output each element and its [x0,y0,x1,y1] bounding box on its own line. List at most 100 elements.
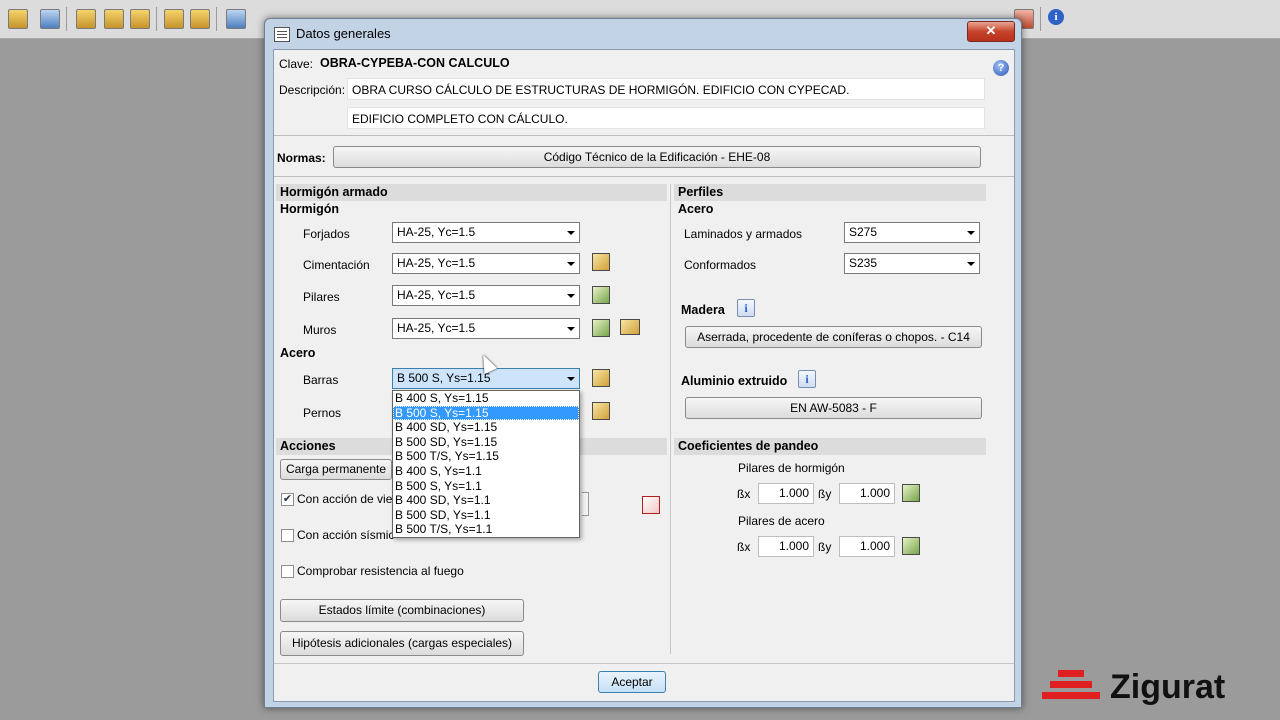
zigurat-logo-text: Zigurat [1110,668,1226,706]
dropdown-option[interactable]: B 400 SD, Ys=1.15 [393,420,579,435]
aceptar-button[interactable]: Aceptar [598,671,666,693]
descripcion-line1-input[interactable]: OBRA CURSO CÁLCULO DE ESTRUCTURAS DE HOR… [347,78,985,100]
logo-bar [1050,681,1092,688]
column-divider [670,184,671,654]
normas-label: Normas: [277,151,326,165]
dropdown-option[interactable]: B 500 T/S, Ys=1.15 [393,449,579,464]
cimentacion-select[interactable]: HA-25, Yc=1.5 [392,253,580,274]
fuego-checkbox[interactable] [281,565,294,578]
dialog-title: Datos generales [296,26,391,41]
close-button[interactable]: ✕ [967,21,1015,42]
acero-subheader: Acero [280,346,316,360]
chevron-down-icon [967,262,975,266]
barras-library-icon[interactable] [592,369,610,387]
dropdown-option[interactable]: B 500 SD, Ys=1.1 [393,508,579,523]
conformados-value: S235 [849,256,878,270]
muros-edit-icon[interactable] [592,319,610,337]
table-icon [274,27,290,42]
laminados-label: Laminados y armados [684,227,803,241]
acero-by-input[interactable]: 1.000 [839,536,895,557]
aluminio-button[interactable]: EN AW-5083 - F [685,397,982,419]
conformados-select[interactable]: S235 [844,253,980,274]
by-label: ßy [818,487,832,501]
descripcion-line2-input[interactable]: EDIFICIO COMPLETO CON CÁLCULO. [347,107,985,129]
viento-edit-button[interactable] [582,492,589,516]
wall-library-icon[interactable] [620,319,640,335]
hormigon-bx-input[interactable]: 1.000 [758,483,814,504]
viento-checkbox[interactable]: ✔ [281,493,294,506]
dropdown-option[interactable]: B 400 S, Ys=1.15 [393,391,579,406]
dropdown-option[interactable]: B 500 S, Ys=1.1 [393,479,579,494]
table-edit-icon[interactable] [642,496,660,514]
estados-limite-button[interactable]: Estados límite (combinaciones) [280,599,524,622]
forjados-select[interactable]: HA-25, Yc=1.5 [392,222,580,243]
toolbar-divider [156,7,157,31]
phone-tool-icon[interactable] [8,9,28,29]
muros-label: Muros [303,323,337,337]
dropdown-option-selected[interactable]: B 500 S, Ys=1.15 [393,405,579,421]
acero-pandeo-edit-icon[interactable] [902,537,920,555]
new-doc-tool-icon[interactable] [226,9,246,29]
dialog-client: Clave: OBRA-CYPEBA-CON CALCULO ? Descrip… [273,49,1015,702]
foundation-library-icon[interactable] [592,253,610,271]
phone2-tool-icon[interactable] [190,9,210,29]
dropdown-option[interactable]: B 500 T/S, Ys=1.1 [393,522,579,537]
help-icon[interactable]: ? [993,60,1009,76]
dropdown-option[interactable]: B 500 SD, Ys=1.15 [393,435,579,450]
chevron-down-icon [967,231,975,235]
pernos-library-icon[interactable] [592,402,610,420]
by-label: ßy [818,540,832,554]
sismica-checkbox[interactable] [281,529,294,542]
cube-tool-icon[interactable] [40,9,60,29]
beam-tool-icon[interactable] [130,9,150,29]
pilares-hormigon-label: Pilares de hormigón [738,461,845,475]
fuego-label: Comprobar resistencia al fuego [297,564,464,578]
perfiles-acero-subheader: Acero [678,202,714,216]
aluminio-label: Aluminio extruido [681,374,788,388]
laminados-select[interactable]: S275 [844,222,980,243]
chevron-down-icon [567,262,575,266]
chevron-down-icon [567,231,575,235]
column-tool-icon[interactable] [76,9,96,29]
descripcion-label: Descripción: [279,83,346,97]
hipotesis-button[interactable]: Hipótesis adicionales (cargas especiales… [280,631,524,656]
hormigon-armado-header: Hormigón armado [276,184,667,201]
aluminio-info-icon[interactable]: i [798,370,816,388]
hormigon-pandeo-edit-icon[interactable] [902,484,920,502]
divider [274,663,1014,664]
dropdown-option[interactable]: B 400 SD, Ys=1.1 [393,493,579,508]
pilares-select[interactable]: HA-25, Yc=1.5 [392,285,580,306]
barras-label: Barras [303,373,339,387]
muros-select[interactable]: HA-25, Yc=1.5 [392,318,580,339]
pilares-edit-icon[interactable] [592,286,610,304]
chevron-down-icon [567,294,575,298]
edit-tool-icon[interactable] [164,9,184,29]
wall-tool-icon[interactable] [104,9,124,29]
madera-info-icon[interactable]: i [737,299,755,317]
dropdown-option[interactable]: B 400 S, Ys=1.1 [393,464,579,479]
pilares-value: HA-25, Yc=1.5 [397,288,476,302]
hormigon-subheader: Hormigón [280,202,340,216]
acero-bx-input[interactable]: 1.000 [758,536,814,557]
forjados-label: Forjados [303,227,350,241]
logo-bar [1058,670,1084,677]
pilares-label: Pilares [303,290,340,304]
perfiles-header: Perfiles [674,184,986,201]
barras-value: B 500 S, Ys=1.15 [397,371,491,385]
normas-button[interactable]: Código Técnico de la Edificación - EHE-0… [333,146,981,168]
toolbar-divider [216,7,217,31]
madera-label: Madera [681,303,725,317]
carga-permanente-button[interactable]: Carga permanente [280,459,392,480]
divider [274,135,1014,136]
clave-value: OBRA-CYPEBA-CON CALCULO [320,56,510,70]
madera-button[interactable]: Aserrada, procedente de coníferas o chop… [685,326,982,348]
datos-generales-dialog: Datos generales ✕ Clave: OBRA-CYPEBA-CON… [264,18,1022,708]
dialog-titlebar[interactable]: Datos generales ✕ [265,19,1021,49]
hormigon-by-input[interactable]: 1.000 [839,483,895,504]
forjados-value: HA-25, Yc=1.5 [397,225,476,239]
barras-dropdown-list[interactable]: B 400 S, Ys=1.15 B 500 S, Ys=1.15 B 400 … [392,390,580,538]
toolbar-divider [1040,7,1041,31]
info-icon[interactable]: i [1048,9,1064,25]
bx-label: ßx [737,487,751,501]
zigurat-logo-mark [1040,666,1100,704]
